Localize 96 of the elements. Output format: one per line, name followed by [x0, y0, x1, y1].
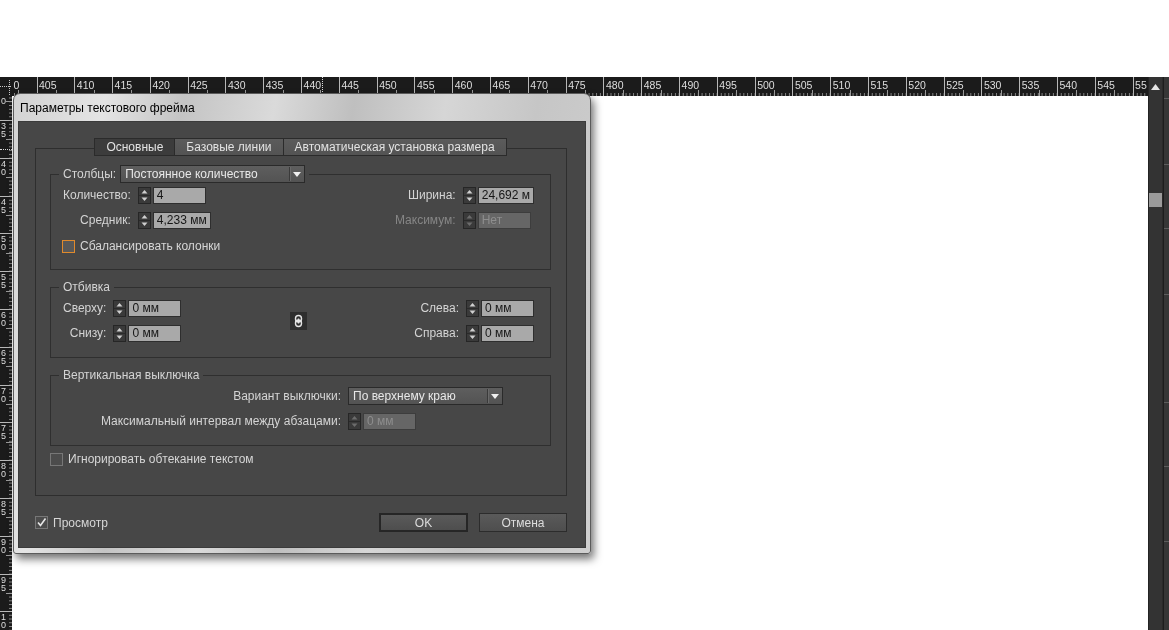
ruler-label: 0	[0, 96, 7, 105]
value-field[interactable]: 4	[152, 187, 206, 204]
group-label: Столбцы:	[63, 166, 117, 183]
checkmark-icon	[36, 517, 47, 528]
ruler-label: 40	[0, 158, 7, 176]
ruler-label: 515	[869, 78, 889, 91]
ruler-label: 455	[415, 78, 435, 91]
tab[interactable]: Автоматическая установка размера	[282, 138, 507, 156]
ruler-label: 475	[567, 78, 586, 91]
vertical-scrollbar[interactable]	[1148, 77, 1163, 630]
caret-icon[interactable]	[487, 388, 502, 404]
checkbox-label: Сбалансировать колонки	[80, 239, 221, 253]
dropdown[interactable]: По верхнему краю	[348, 387, 503, 405]
ruler-label: 50	[0, 234, 7, 252]
ruler-label: 495	[718, 78, 737, 91]
field-label: Ширина:	[408, 187, 456, 204]
chain-link-icon[interactable]	[290, 312, 307, 330]
value-field[interactable]: 24,692 м	[477, 187, 534, 204]
ruler-label: 65	[0, 347, 7, 365]
ruler-label: 75	[0, 423, 7, 441]
field-label: Сверху:	[63, 300, 107, 317]
ruler-label: 420	[151, 78, 170, 91]
ruler-label: 470	[529, 78, 548, 91]
ruler-label: 80	[0, 461, 7, 479]
ruler-label: 55	[1134, 78, 1147, 91]
ruler-label: 415	[113, 78, 133, 91]
ruler-label: 530	[982, 78, 1002, 91]
stepper-icon[interactable]	[137, 212, 151, 229]
ruler-label: 10	[0, 612, 7, 630]
cancel-button[interactable]: Отмена	[479, 513, 567, 532]
field-label: Справа:	[414, 325, 459, 342]
value-field[interactable]: 0 мм	[128, 325, 182, 342]
ruler-label: 55	[0, 272, 7, 290]
window-title: Параметры текстового фрейма	[20, 100, 195, 115]
group-label: Вертикальная выключка	[63, 368, 200, 382]
arrow-up-icon[interactable]	[1151, 84, 1160, 90]
ruler-label: 480	[604, 78, 624, 91]
ruler-label: 465	[491, 78, 511, 91]
field-label: Количество:	[63, 187, 131, 204]
group-label: Отбивка	[63, 280, 110, 294]
ruler-label: 490	[680, 78, 700, 91]
ruler-label: 450	[378, 78, 397, 91]
ruler-label: 70	[0, 385, 7, 403]
checkbox-label: Игнорировать обтекание текстом	[68, 452, 254, 466]
ruler-label: 500	[756, 78, 775, 91]
stepper-icon[interactable]	[466, 325, 479, 342]
checkbox[interactable]	[62, 239, 75, 253]
field-label: Снизу:	[69, 325, 107, 342]
stepper-icon[interactable]	[462, 187, 476, 204]
ok-button[interactable]: OK	[379, 513, 468, 532]
ruler-origin-icon[interactable]	[0, 77, 12, 96]
stepper-icon[interactable]	[137, 187, 151, 204]
ruler-label: 505	[793, 78, 813, 91]
value-field[interactable]: 4,233 мм	[152, 212, 211, 229]
field-label: Вариант выключки:	[233, 388, 341, 405]
ruler-label: 90	[0, 536, 7, 554]
checkbox[interactable]	[50, 452, 63, 466]
ruler-label: 535	[1020, 78, 1040, 91]
ruler-label: 435	[264, 78, 284, 91]
ruler-label: 45	[0, 196, 7, 214]
ruler-label: 545	[1096, 78, 1115, 91]
ruler-label: 540	[1058, 78, 1078, 91]
stepper-icon	[462, 212, 476, 229]
value-field[interactable]: 0 мм	[128, 300, 182, 317]
tab[interactable]: Базовые линии	[174, 138, 284, 156]
value-field[interactable]: 0 мм	[481, 325, 534, 342]
stepper-icon[interactable]	[466, 300, 479, 317]
ruler-label: 85	[0, 498, 7, 516]
field-label: Слева:	[420, 300, 459, 317]
ruler-label: 445	[340, 78, 359, 91]
ruler-label: 510	[831, 78, 851, 91]
ruler-label: 410	[75, 78, 95, 91]
ruler-label: 430	[227, 78, 246, 91]
ruler-label: 95	[0, 574, 7, 592]
scrollbar-thumb[interactable]	[1149, 193, 1162, 207]
dropdown[interactable]: Постоянное количество	[120, 165, 306, 183]
ruler-label: 520	[907, 78, 926, 91]
stepper-icon[interactable]	[113, 325, 127, 342]
ruler-label: 485	[642, 78, 662, 91]
field-label: Максимальный интервал между абзацами:	[100, 413, 341, 430]
tab[interactable]: Основные	[94, 138, 176, 156]
ruler-label: 440	[302, 78, 322, 91]
ruler-label: 525	[945, 78, 964, 91]
ruler-label: 425	[189, 78, 208, 91]
stepper-icon	[348, 413, 361, 430]
checkbox-label: Просмотр	[53, 515, 108, 530]
ruler-label: 60	[0, 310, 7, 327]
checkbox[interactable]	[35, 516, 48, 529]
value-field[interactable]: 0 мм	[481, 300, 534, 317]
ruler-label: 405	[38, 78, 57, 91]
field-label: Средник:	[80, 212, 131, 229]
ruler-label: 35	[0, 121, 7, 138]
field-label: Максимум:	[394, 212, 456, 229]
ruler-label: 460	[453, 78, 473, 91]
stepper-icon[interactable]	[113, 300, 127, 317]
ruler-label: 0	[12, 78, 20, 91]
